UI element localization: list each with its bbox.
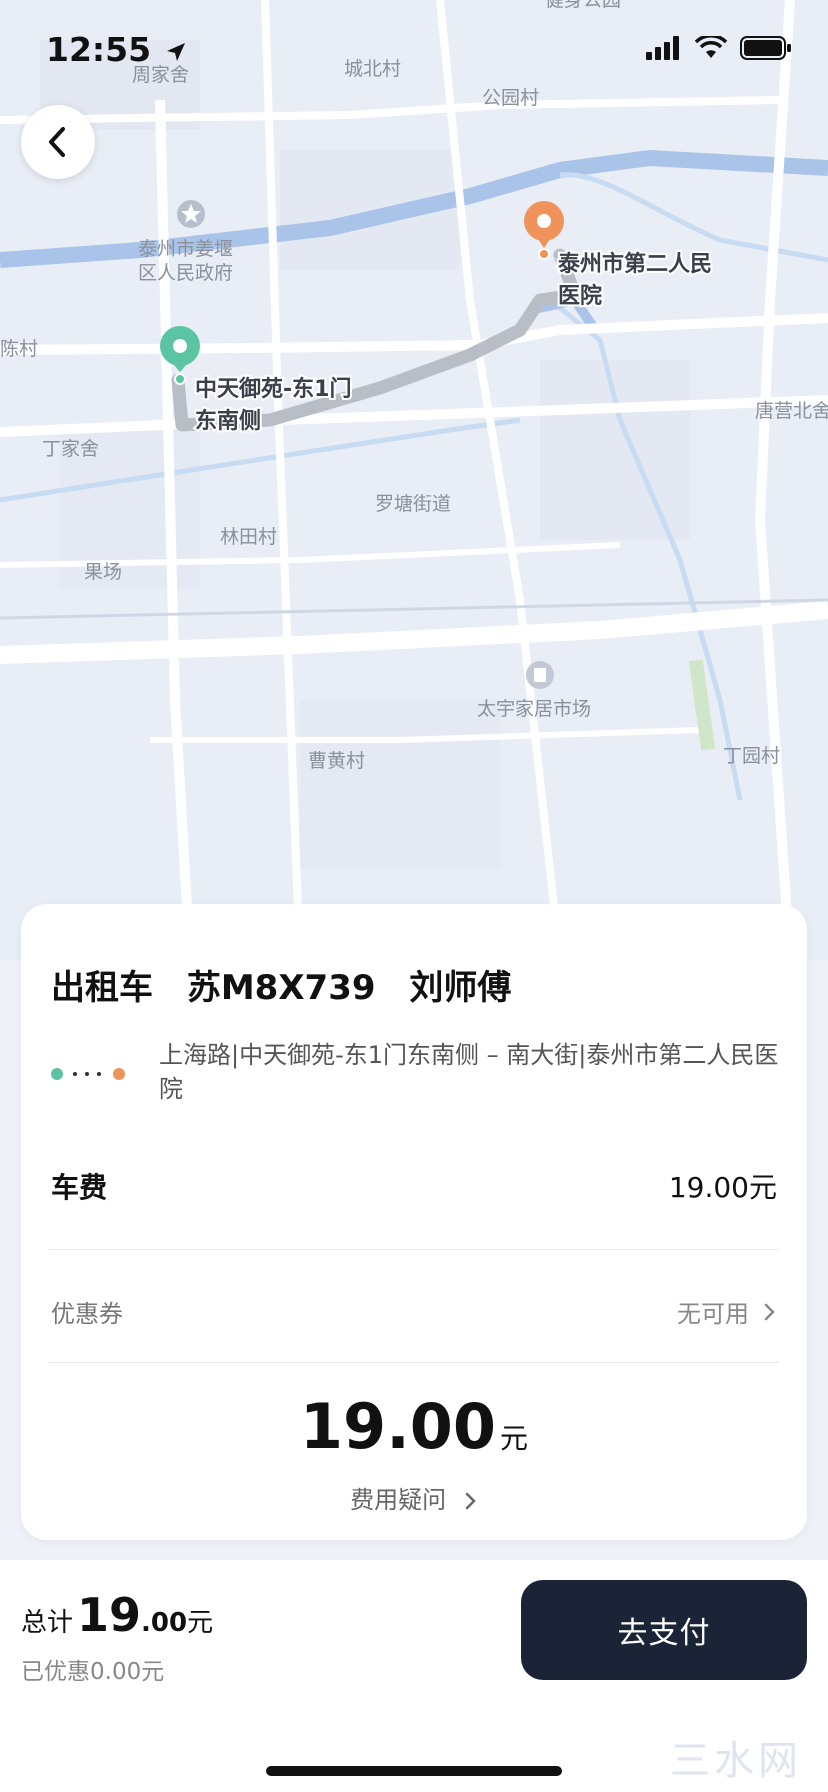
destination-label-line2: 医院	[558, 283, 602, 309]
total-amount-unit: 元	[500, 1422, 529, 1455]
map-label: 罗塘街道	[375, 493, 451, 515]
map-label: 区人民政府	[138, 262, 233, 284]
pay-button[interactable]: 去支付	[521, 1580, 807, 1680]
coupon-label: 优惠券	[51, 1300, 123, 1328]
total-amount-value: 19.00	[299, 1390, 497, 1463]
battery-icon	[740, 36, 791, 60]
government-poi-icon	[177, 200, 205, 228]
vehicle-type: 出租车	[51, 968, 153, 1008]
map-label: 丁家舍	[42, 438, 99, 460]
market-poi-icon	[526, 661, 554, 689]
origin-label-line2: 东南侧	[195, 408, 261, 434]
watermark: 三水网	[670, 1738, 802, 1784]
map-view[interactable]: 健身公园 周家舍 城北村 公园村 泰州市姜堰 区人民政府 陈村 丁家舍 罗塘街道…	[0, 0, 828, 960]
order-detail-card: 出租车 苏M8X739 刘师傅 上海路|中天御苑-东1门东南侧 – 南大街|泰州…	[21, 904, 807, 1540]
chevron-left-icon	[49, 127, 65, 157]
coupon-value: 无可用	[677, 1300, 749, 1328]
status-time-text: 12:55	[46, 30, 152, 69]
wifi-icon	[694, 34, 728, 58]
status-time: 12:55	[46, 30, 187, 69]
discount-text: 已优惠0.00元	[21, 1659, 165, 1685]
map-label: 林田村	[220, 526, 277, 548]
chevron-right-icon	[465, 1492, 476, 1510]
map-label: 曹黄村	[308, 750, 365, 772]
license-plate: 苏M8X739	[186, 968, 376, 1008]
map-label: 丁园村	[723, 745, 780, 767]
driver-name: 刘师傅	[409, 968, 512, 1008]
divider	[49, 1362, 779, 1363]
map-label: 泰州市姜堰	[138, 238, 233, 260]
map-label: 果场	[84, 561, 122, 583]
map-label: 太宇家居市场	[477, 698, 591, 720]
back-button[interactable]	[21, 105, 95, 179]
route-dots-icon	[51, 1068, 131, 1084]
fee-question-link[interactable]: 费用疑问	[21, 1480, 807, 1515]
home-indicator[interactable]	[266, 1766, 562, 1776]
route-text: 上海路|中天御苑-东1门东南侧 – 南大街|泰州市第二人民医院	[159, 1041, 779, 1103]
total-decimal: .00	[141, 1608, 188, 1638]
coupon-row[interactable]: 优惠券 无可用	[51, 1294, 777, 1329]
total-amount: 19.00 元	[21, 1390, 807, 1463]
payment-bar: 总计19.00元 已优惠0.00元 去支付 三水网	[0, 1560, 828, 1792]
total-integer: 19	[77, 1588, 142, 1642]
divider	[49, 1249, 779, 1250]
map-label: 陈村	[0, 338, 38, 360]
chevron-right-icon	[764, 1303, 775, 1320]
status-bar: 12:55	[0, 0, 828, 100]
fee-question-label: 费用疑问	[350, 1486, 447, 1514]
coupon-selector[interactable]: 无可用	[677, 1294, 777, 1329]
payment-total: 总计19.00元	[21, 1588, 213, 1642]
map-label: 唐营北舍	[755, 400, 828, 422]
fare-label: 车费	[51, 1171, 108, 1204]
cellular-signal-icon	[645, 36, 679, 60]
origin-label-line1: 中天御苑-东1门	[195, 376, 351, 402]
fare-row: 车费 19.00元	[51, 1166, 777, 1206]
order-title: 出租车 苏M8X739 刘师傅	[51, 960, 533, 1009]
total-unit: 元	[187, 1608, 214, 1638]
location-arrow-icon	[166, 42, 185, 61]
fare-value: 19.00元	[668, 1171, 777, 1204]
destination-label-line1: 泰州市第二人民	[557, 251, 712, 277]
total-label: 总计	[21, 1608, 74, 1638]
status-icons	[645, 34, 792, 64]
